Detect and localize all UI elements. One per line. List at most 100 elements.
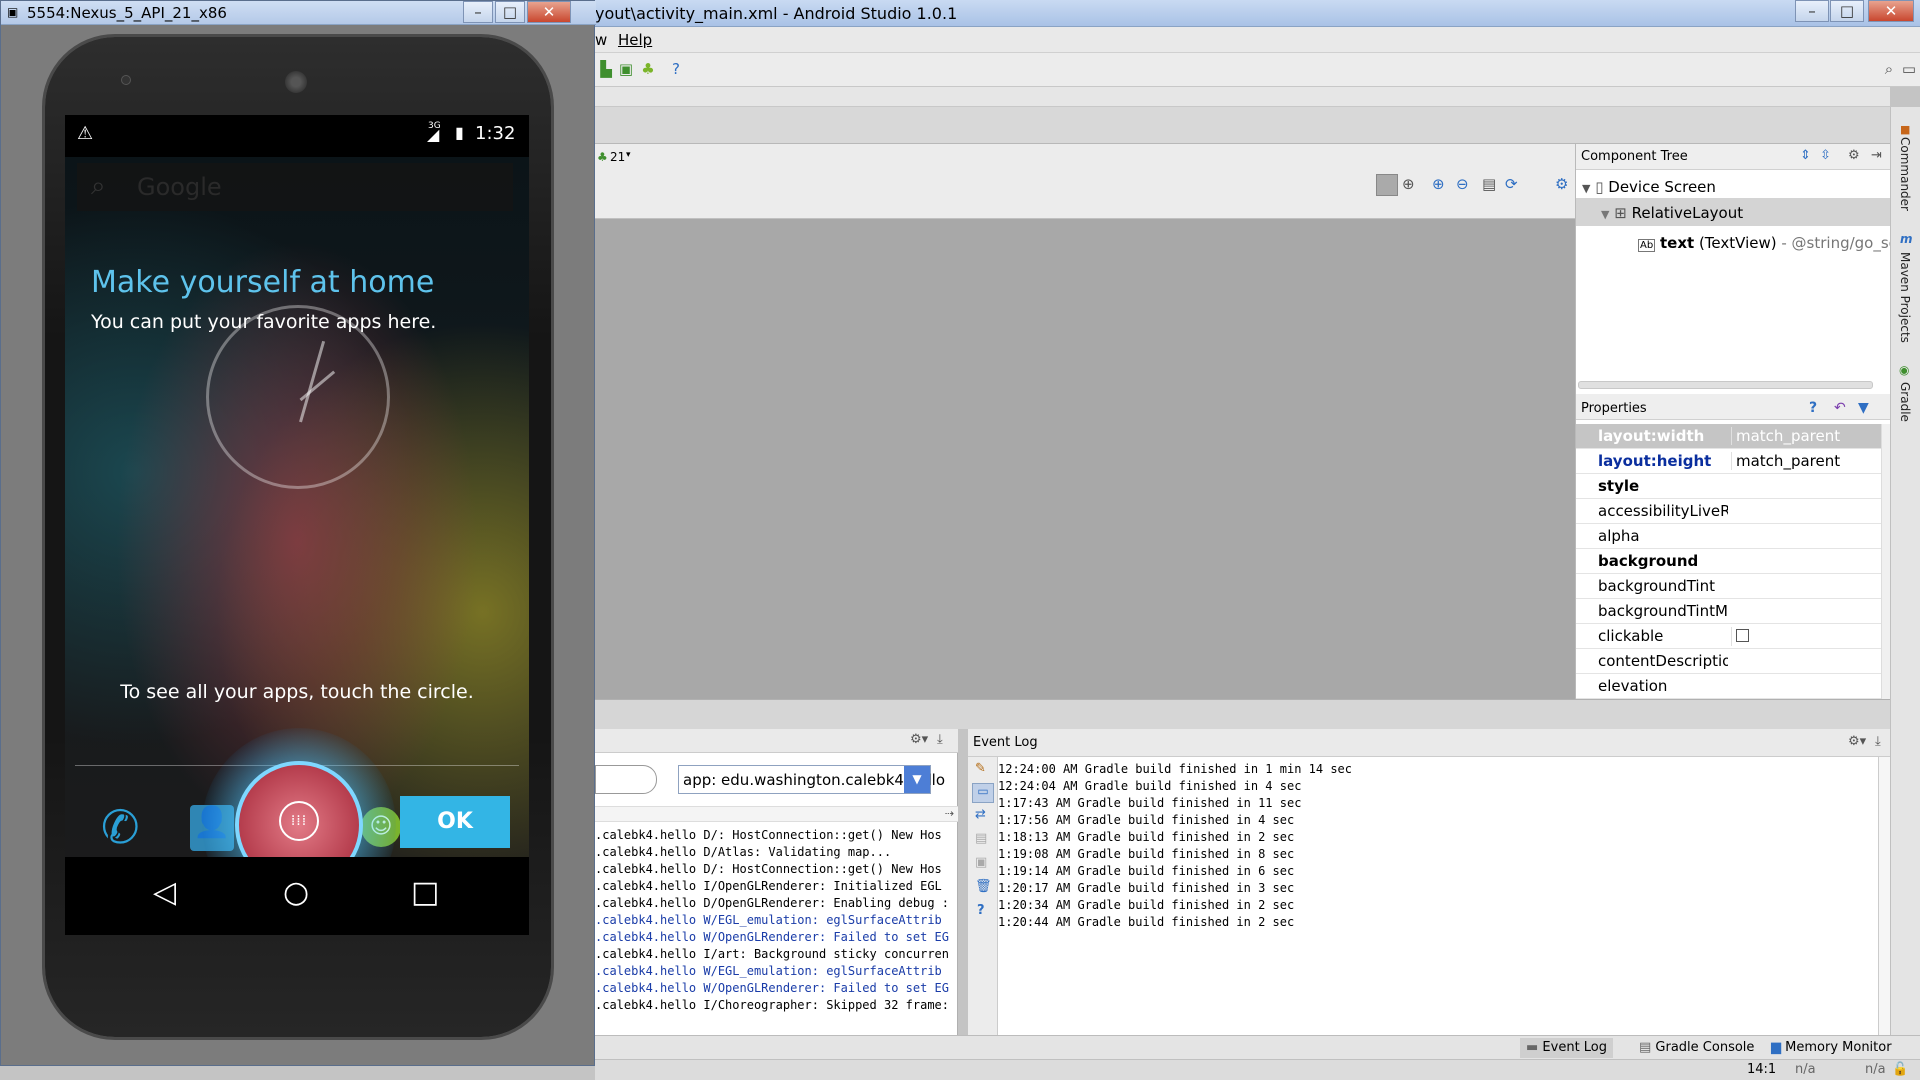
event-log-hide-icon[interactable]: ⤓: [1875, 734, 1881, 749]
property-key: layout:width: [1598, 427, 1705, 445]
settings-icon[interactable]: ⚙: [1555, 175, 1568, 193]
tab-gradle-console[interactable]: ▤ Gradle Console: [1633, 1038, 1760, 1058]
refresh-icon[interactable]: ⟳: [1505, 175, 1518, 193]
property-row[interactable]: contentDescription: [1576, 649, 1881, 674]
properties-help-icon[interactable]: ?: [1809, 400, 1817, 416]
zoom-actual-icon[interactable]: [1376, 174, 1398, 196]
pin-icon[interactable]: ⇢: [945, 807, 954, 820]
help-icon[interactable]: ?: [667, 60, 685, 78]
phone-app-icon[interactable]: ✆: [101, 800, 140, 854]
expand-all-icon[interactable]: ⇕: [1800, 148, 1811, 163]
maximize-button[interactable]: □: [1830, 0, 1864, 22]
tree-item-relativelayout[interactable]: ▼ ⊞ RelativeLayout: [1576, 198, 1891, 226]
zoom-out-icon[interactable]: ⊖: [1456, 175, 1469, 193]
trash-icon[interactable]: 🗑: [975, 879, 992, 894]
scroll-end-icon[interactable]: ⇄: [975, 807, 986, 822]
recents-icon[interactable]: □: [411, 875, 439, 910]
warning-icon: ⚠: [77, 123, 94, 144]
event-log-sidebar: ✎ ▭ ⇄ ▤ ▣ 🗑 ?: [968, 757, 998, 1035]
close-button[interactable]: ✕: [1868, 0, 1914, 22]
tab-label: Gradle Console: [1655, 1040, 1755, 1055]
back-icon[interactable]: ◁: [153, 875, 176, 910]
filter-icon[interactable]: ▼: [1858, 400, 1869, 416]
log-line: .calebk4.hello I/Choreographer: Skipped …: [595, 998, 950, 1012]
logcat-hide-icon[interactable]: ⤓: [937, 732, 943, 747]
apps-grid-icon: ⁞⁞⁞: [279, 801, 319, 841]
property-row[interactable]: layout:height match_parent: [1576, 449, 1881, 474]
property-row[interactable]: layout:width match_parent: [1576, 424, 1881, 449]
api-level-select[interactable]: 21: [610, 150, 625, 164]
logcat-gear-icon[interactable]: ⚙▾: [910, 732, 928, 747]
tree-gear-icon[interactable]: ⚙: [1848, 148, 1860, 163]
textview-type: (TextView): [1694, 234, 1777, 252]
encoding[interactable]: n/a: [1865, 1062, 1886, 1077]
zoom-in-icon[interactable]: ⊕: [1432, 175, 1445, 193]
minimize-button[interactable]: –: [1795, 0, 1829, 22]
property-key: accessibilityLiveReg: [1598, 502, 1728, 520]
property-row[interactable]: accessibilityLiveReg: [1576, 499, 1881, 524]
property-key: contentDescription: [1598, 652, 1728, 670]
line-separator[interactable]: n/a: [1795, 1062, 1816, 1077]
caret-position[interactable]: 14:1: [1747, 1062, 1776, 1077]
emulator-maximize-button[interactable]: □: [495, 1, 525, 23]
properties-header: Properties ? ↶ ▼: [1576, 394, 1890, 420]
tree-horizontal-scrollbar[interactable]: [1578, 381, 1873, 389]
hide-panel-icon[interactable]: ⇥: [1871, 148, 1882, 163]
undo-icon[interactable]: ↶: [1834, 400, 1846, 416]
tool-commander[interactable]: Commander: [1898, 137, 1912, 211]
logcat-output[interactable]: .calebk4.hello D/: HostConnection::get()…: [595, 827, 958, 1014]
print-icon[interactable]: ▤: [975, 831, 987, 846]
property-row[interactable]: elevation: [1576, 674, 1881, 699]
layout-toggle-icon[interactable]: ▭: [1900, 60, 1918, 78]
sync-icon[interactable]: ▙: [597, 60, 615, 78]
lock-icon[interactable]: 🔓: [1892, 1062, 1908, 1077]
property-row[interactable]: backgroundTint: [1576, 574, 1881, 599]
logcat-search-input[interactable]: [595, 765, 657, 794]
tree-item-textview[interactable]: Ab text (TextView) - @string/go_seaha: [1638, 234, 1920, 252]
sdk-manager-icon[interactable]: ▣: [617, 60, 635, 78]
search-icon[interactable]: ⌕: [1880, 60, 1898, 78]
event-log-gear-icon[interactable]: ⚙▾: [1848, 734, 1866, 749]
event-log-line: 1:18:13 AM Gradle build finished in 2 se…: [998, 830, 1295, 844]
clickable-checkbox[interactable]: [1736, 629, 1749, 642]
property-value[interactable]: match_parent: [1731, 452, 1881, 470]
event-log-scrollbar[interactable]: [1878, 757, 1890, 1035]
screenshot-icon[interactable]: ▤: [1482, 175, 1496, 193]
design-canvas[interactable]: [595, 219, 1575, 699]
property-value[interactable]: match_parent: [1731, 427, 1881, 445]
menu-window[interactable]: w: [595, 31, 607, 49]
android-icon[interactable]: ♣: [639, 60, 657, 78]
tree-item-label: Device Screen: [1608, 178, 1716, 196]
collapse-all-icon[interactable]: ⇳: [1820, 148, 1831, 163]
home-icon[interactable]: ○: [283, 875, 309, 910]
emulator-minimize-button[interactable]: –: [463, 1, 493, 23]
ok-button[interactable]: OK: [400, 796, 510, 848]
property-row[interactable]: alpha: [1576, 524, 1881, 549]
properties-scrollbar[interactable]: [1881, 424, 1890, 699]
tool-maven[interactable]: Maven Projects: [1898, 252, 1912, 343]
speaker-grill-icon: [285, 71, 307, 93]
tab-memory-monitor[interactable]: ▆ Memory Monitor: [1765, 1038, 1898, 1058]
tool-gradle[interactable]: Gradle: [1898, 382, 1912, 422]
property-row[interactable]: backgroundTintMoc: [1576, 599, 1881, 624]
copy-icon[interactable]: ▣: [975, 855, 987, 870]
log-line: .calebk4.hello I/OpenGLRenderer: Initial…: [595, 879, 942, 893]
soft-wrap-icon[interactable]: ▭: [972, 783, 994, 803]
property-value[interactable]: [1731, 627, 1881, 646]
menu-help[interactable]: Help: [618, 31, 652, 49]
phone-screen[interactable]: ⚠ 3G ◢ ▮ 1:32 ⌕ Google Make yourself at …: [65, 115, 529, 935]
settings-wrench-icon[interactable]: ✎: [975, 761, 986, 776]
tree-item-device-screen[interactable]: ▼ ▯ Device Screen: [1582, 178, 1716, 196]
property-row[interactable]: clickable: [1576, 624, 1881, 649]
google-search-bar[interactable]: ⌕ Google: [77, 163, 513, 211]
dropdown-arrow-icon[interactable]: ▼: [904, 766, 930, 793]
api-android-icon: ♣: [597, 150, 608, 164]
emulator-close-button[interactable]: ✕: [527, 1, 571, 23]
property-row[interactable]: background: [1576, 549, 1881, 574]
zoom-fit-icon[interactable]: ⊕: [1402, 175, 1415, 193]
property-row[interactable]: style: [1576, 474, 1881, 499]
tab-event-log[interactable]: ▬ Event Log: [1520, 1038, 1614, 1058]
app-filter-select[interactable]: app: edu.washington.calebk4.hello ▼: [678, 765, 945, 794]
event-help-icon[interactable]: ?: [977, 903, 985, 918]
event-log-output[interactable]: 12:24:00 AM Gradle build finished in 1 m…: [998, 761, 1352, 931]
